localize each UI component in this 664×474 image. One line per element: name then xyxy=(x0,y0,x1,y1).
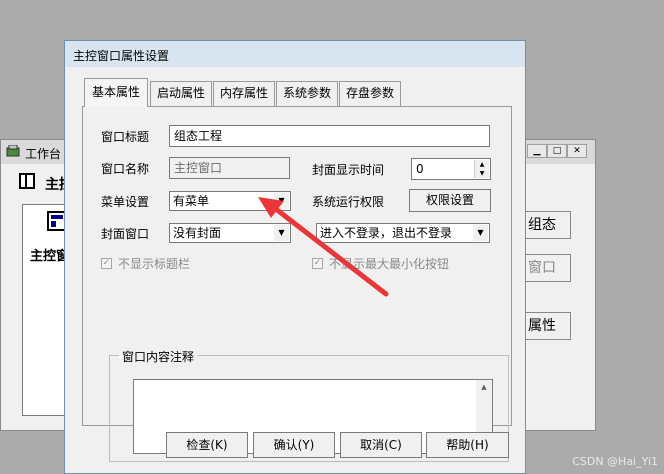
maximize-icon[interactable]: □ xyxy=(547,144,567,158)
dialog-title: 主控窗口属性设置 xyxy=(73,49,170,63)
tab-memory-properties[interactable]: 内存属性 xyxy=(213,81,275,106)
cover-window-label: 封面窗口 xyxy=(101,227,150,241)
check-button[interactable]: 检查(K) xyxy=(166,432,248,458)
window-title-input[interactable]: 组态工程 xyxy=(169,125,490,147)
window-name-input: 主控窗口 xyxy=(169,157,290,179)
cover-window-select[interactable]: 没有封面 ▼ xyxy=(169,223,291,243)
chevron-down-icon[interactable]: ▼ xyxy=(274,193,289,209)
new-window-button[interactable]: 窗口 xyxy=(525,254,571,282)
cancel-button[interactable]: 取消(C) xyxy=(340,432,422,458)
spin-down-icon[interactable]: ▼ xyxy=(474,169,489,178)
login-mode-select[interactable]: 进入不登录，退出不登录 ▼ xyxy=(316,223,490,243)
hide-minmax-label: 不显示最大最小化按钮 xyxy=(329,257,450,271)
tab-system-parameters[interactable]: 系统参数 xyxy=(276,81,338,106)
window-title-label: 窗口标题 xyxy=(101,130,150,144)
window-comment-group-label: 窗口内容注释 xyxy=(119,348,198,365)
tab-basic-properties[interactable]: 基本属性 xyxy=(84,78,148,107)
tab-startup-properties[interactable]: 启动属性 xyxy=(150,81,212,106)
cover-display-time-label: 封面显示时间 xyxy=(312,163,385,177)
run-permission-label: 系统运行权限 xyxy=(312,195,385,209)
confirm-button[interactable]: 确认(Y) xyxy=(253,432,335,458)
tab-storage-parameters[interactable]: 存盘参数 xyxy=(339,81,401,106)
properties-button[interactable]: 属性 xyxy=(525,312,571,340)
spin-up-icon[interactable]: ▲ xyxy=(474,160,489,169)
dialog-titlebar[interactable]: 主控窗口属性设置 xyxy=(65,41,525,67)
chevron-down-icon[interactable]: ▼ xyxy=(473,225,488,241)
hide-minmax-checkbox[interactable]: ✓ xyxy=(312,258,323,269)
scroll-up-icon[interactable]: ▲ xyxy=(476,380,492,394)
hide-titlebar-checkbox[interactable]: ✓ xyxy=(101,258,112,269)
main-window-properties-dialog: 主控窗口属性设置 基本属性 启动属性 内存属性 系统参数 存盘参数 窗口标题 组… xyxy=(64,40,526,474)
menu-setting-select[interactable]: 有菜单 ▼ xyxy=(169,191,291,211)
help-button[interactable]: 帮助(H) xyxy=(426,432,509,458)
configure-button[interactable]: 组态 xyxy=(525,211,571,239)
workbench-title: 工作台 xyxy=(25,147,62,161)
cover-window-value: 没有封面 xyxy=(173,226,222,240)
cover-display-time-value: 0 xyxy=(416,162,424,176)
workbench-icon xyxy=(6,145,20,157)
watermark: CSDN @Hai_Yi1 xyxy=(572,455,658,468)
basic-properties-panel: 窗口标题 组态工程 窗口名称 主控窗口 封面显示时间 0 ▲ ▼ 菜单设置 有菜… xyxy=(82,106,512,462)
login-mode-value: 进入不登录，退出不登录 xyxy=(320,226,453,240)
menu-setting-label: 菜单设置 xyxy=(101,195,150,209)
minimize-icon[interactable]: ▁ xyxy=(527,144,547,158)
menu-setting-value: 有菜单 xyxy=(173,194,210,208)
permission-settings-button[interactable]: 权限设置 xyxy=(409,189,491,212)
window-layout-icon[interactable] xyxy=(19,173,35,189)
chevron-down-icon[interactable]: ▼ xyxy=(274,225,289,241)
close-icon[interactable]: ✕ xyxy=(567,144,587,158)
window-name-label: 窗口名称 xyxy=(101,162,150,176)
hide-titlebar-label: 不显示标题栏 xyxy=(118,257,191,271)
cover-display-time-spinner[interactable]: 0 ▲ ▼ xyxy=(411,158,491,180)
